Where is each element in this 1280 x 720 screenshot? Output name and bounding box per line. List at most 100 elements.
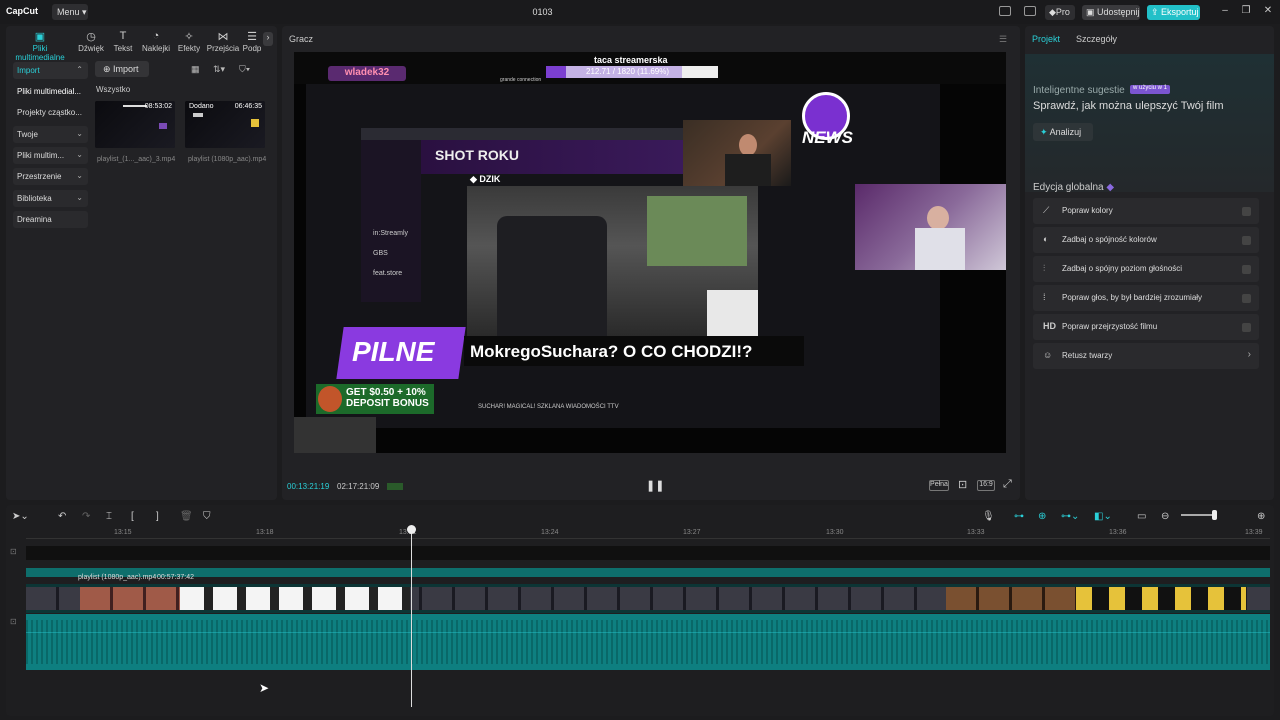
bonus-banner: GET $0.50 + 10% DEPOSIT BONUS bbox=[316, 384, 434, 414]
sidebar-item-dreamina[interactable]: Dreamina bbox=[13, 211, 88, 228]
global-item-colors[interactable]: ⟋ Popraw kolory bbox=[1033, 198, 1259, 224]
sidebar-item-library[interactable]: Biblioteka ⌄ bbox=[13, 190, 88, 207]
minimize-icon[interactable]: – bbox=[1219, 5, 1231, 17]
sort-icon[interactable]: ⇅▾ bbox=[213, 64, 225, 75]
link-icon[interactable]: ⊶⌄ bbox=[1061, 511, 1079, 522]
toggle-switch[interactable] bbox=[1242, 207, 1251, 216]
quality-full-button[interactable]: Pełna bbox=[929, 480, 949, 491]
fullscreen-icon[interactable]: ⤢ bbox=[1003, 478, 1012, 491]
toggle-switch[interactable] bbox=[1242, 265, 1251, 274]
sidebar-item-media-multi[interactable]: Pliki multim... ⌄ bbox=[13, 147, 88, 164]
global-item-face-retouch[interactable]: ☺ Retusz twarzy › bbox=[1033, 343, 1259, 369]
webcam-streamer bbox=[683, 120, 791, 186]
grid-view-icon[interactable]: ▦ bbox=[191, 64, 200, 75]
global-item-label: Retusz twarzy bbox=[1062, 351, 1113, 360]
video-clip[interactable] bbox=[26, 584, 1270, 613]
sidebar-item-spaces[interactable]: Przestrzenie ⌄ bbox=[13, 168, 88, 185]
global-item-volume[interactable]: ⫶ Zadbaj o spójny poziom głośności bbox=[1033, 256, 1259, 282]
media-thumbnail[interactable]: Dodano 06:46:35 bbox=[185, 101, 265, 148]
shield-icon[interactable]: ⛉ bbox=[203, 511, 211, 522]
track-icon[interactable]: ⊡ bbox=[10, 547, 17, 556]
preview-axis-icon[interactable]: ◧⌄ bbox=[1094, 511, 1112, 522]
trim-left-icon[interactable]: [ bbox=[131, 511, 134, 522]
time-ruler[interactable] bbox=[26, 538, 1270, 539]
track-icon[interactable]: ⊡ bbox=[10, 617, 17, 626]
global-item-label: Popraw głos, by był bardziej zrozumiały bbox=[1062, 293, 1203, 302]
tab-captions[interactable]: ☰ Podp bbox=[242, 30, 262, 53]
zoom-out-icon[interactable]: ⊖ bbox=[1161, 511, 1169, 522]
trim-right-icon[interactable]: ] bbox=[156, 511, 159, 522]
tab-details[interactable]: Szczegóły bbox=[1076, 34, 1117, 44]
filter-icon[interactable]: ⛉▾ bbox=[239, 64, 250, 75]
audio-waveform[interactable] bbox=[26, 614, 1270, 670]
panel-icon[interactable] bbox=[1024, 6, 1036, 16]
video-preview[interactable]: taca streamerska 212.71 / 1820 (11.69%) … bbox=[294, 52, 1006, 453]
tab-effects[interactable]: ✧ Efekty bbox=[172, 30, 206, 53]
caption-track-icon[interactable]: ▭ bbox=[1137, 511, 1146, 522]
dzik-text: DZIK bbox=[479, 174, 501, 184]
tab-project[interactable]: Projekt bbox=[1032, 34, 1060, 44]
menu-label: Menu bbox=[57, 7, 80, 17]
tab-text[interactable]: T Tekst bbox=[106, 30, 140, 53]
voice-icon: ⁞ bbox=[1043, 292, 1046, 302]
ruler-label: 13:39 bbox=[1245, 529, 1263, 536]
media-panel: ▣ Pliki multimedialne ◷ Dźwięk T Tekst ◔ Nak… bbox=[6, 26, 277, 500]
redo-icon[interactable]: ↷ bbox=[82, 511, 90, 522]
share-button[interactable]: ▣ Udostępnij bbox=[1082, 5, 1140, 20]
player-menu-icon[interactable]: ☰ bbox=[999, 34, 1007, 45]
clip-name: playlist (1080p_aac).mp4 bbox=[78, 574, 157, 581]
sidebar-item-yours[interactable]: Twoje ⌄ bbox=[13, 126, 88, 143]
tab-transitions[interactable]: ⋈ Przejścia bbox=[205, 30, 241, 53]
undo-icon[interactable]: ↶ bbox=[58, 511, 66, 522]
screenshot-icon[interactable]: ⊡ bbox=[958, 478, 967, 491]
overlay-track[interactable] bbox=[26, 546, 1270, 560]
sidebar-item-media-files[interactable]: Pliki multimedial... bbox=[13, 83, 88, 100]
volume-icon: ⫶ bbox=[1043, 263, 1046, 273]
media-thumbnail[interactable]: 08:53:02 bbox=[95, 101, 175, 148]
menu-button[interactable]: Menu ▾ bbox=[52, 4, 88, 20]
zoom-in-icon[interactable]: ⊕ bbox=[1257, 511, 1265, 522]
channel-logo: wladek32 bbox=[328, 66, 406, 81]
aspect-ratio-button[interactable]: 16:9 bbox=[977, 480, 995, 491]
import-label: Import bbox=[113, 64, 139, 74]
select-tool-icon[interactable]: ➤⌄ bbox=[12, 511, 29, 522]
ruler-label: 13:33 bbox=[967, 529, 985, 536]
sidebar-item-subprojects[interactable]: Projekty cząstko... bbox=[13, 104, 88, 121]
split-icon[interactable]: ⌶ bbox=[106, 511, 112, 522]
export-button[interactable]: ⇪ Eksportuj bbox=[1147, 5, 1200, 20]
effect-track[interactable] bbox=[26, 568, 1270, 577]
toggle-switch[interactable] bbox=[1242, 323, 1251, 332]
import-button[interactable]: ⊕ Import bbox=[95, 61, 149, 77]
ai-suggestions-subtitle: Sprawdź, jak można ulepszyć Twój film bbox=[1033, 100, 1224, 112]
zoom-slider-handle[interactable] bbox=[1212, 510, 1217, 520]
ticker-text: SUCHAR! MAGICAL! SZKLANA WIADOMOŚCI TTV bbox=[478, 404, 619, 410]
microphone-icon[interactable]: 🎙 bbox=[982, 511, 995, 522]
global-item-clarity[interactable]: HD Popraw przejrzystość filmu bbox=[1033, 314, 1259, 340]
toggle-switch[interactable] bbox=[1242, 236, 1251, 245]
face-icon: ☺ bbox=[1043, 350, 1053, 360]
global-item-voice[interactable]: ⁞ Popraw głos, by był bardziej zrozumiały bbox=[1033, 285, 1259, 311]
news-text: NEWS bbox=[802, 128, 853, 147]
bonus-line-1: GET $0.50 + 10% bbox=[346, 387, 426, 398]
layout-icon[interactable] bbox=[999, 6, 1011, 16]
tab-label: Efekty bbox=[177, 44, 201, 53]
maximize-icon[interactable]: ❐ bbox=[1240, 5, 1252, 17]
tabs-scroll-right-button[interactable]: › bbox=[263, 32, 273, 46]
toggle-switch[interactable] bbox=[1242, 294, 1251, 303]
color-icon: ⟋ bbox=[1043, 205, 1050, 215]
analyze-button[interactable]: ✦ Analizuj bbox=[1033, 123, 1093, 141]
delete-icon[interactable]: 🗑 bbox=[180, 511, 193, 522]
tab-stickers[interactable]: ◔ Naklejki bbox=[139, 30, 173, 53]
global-item-color-consistency[interactable]: ◐ Zadbaj o spójność kolorów bbox=[1033, 227, 1259, 253]
tab-media[interactable]: ▣ Pliki multimedialne bbox=[8, 30, 72, 62]
tab-audio[interactable]: ◷ Dźwięk bbox=[74, 30, 108, 53]
playhead[interactable] bbox=[411, 527, 412, 707]
sidebar-item-import[interactable]: Import ⌃ bbox=[13, 62, 88, 79]
close-icon[interactable]: ✕ bbox=[1262, 5, 1274, 17]
pro-button[interactable]: ◆Pro bbox=[1045, 5, 1075, 20]
pause-button[interactable]: ❚❚ bbox=[646, 479, 664, 492]
ruler-label: 13:15 bbox=[114, 529, 132, 536]
magnet-icon[interactable]: ⊕ bbox=[1038, 511, 1046, 522]
playhead-handle[interactable] bbox=[407, 525, 416, 534]
link-main-icon[interactable]: ⊶ bbox=[1014, 511, 1024, 522]
